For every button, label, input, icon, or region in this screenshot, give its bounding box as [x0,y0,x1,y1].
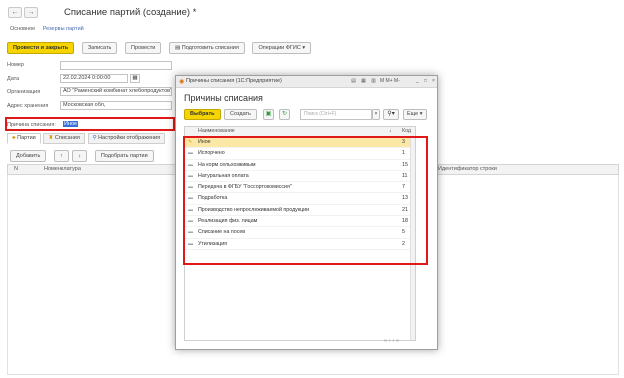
column-line-id[interactable]: Идентификатор строки [438,165,497,174]
more-button-wrap: Еще ▾ [403,109,427,120]
date-label: Дата [7,76,20,82]
dialog-title-bar: ◉ Причины списания (1С:Предприятие) ▤ ▦ … [176,76,437,88]
page-title: Списание партий (создание) * [64,7,197,18]
save-button[interactable]: Записать [81,42,118,54]
number-field[interactable] [60,61,172,70]
move-up-button[interactable]: ↑ [53,150,69,162]
grid-toolbar: Добавить ↑ ↓ Подобрать партии [10,150,160,162]
date-field[interactable]: 22.02.2024 0:00:00 [60,74,128,83]
clear-search-icon[interactable]: × [372,109,380,120]
list-pager: «‹›» [384,338,401,344]
create-button-wrap: Создать [224,109,257,120]
arrow-up-icon: ↑ [59,153,63,159]
tab-reserves[interactable]: Резервы партий [43,26,84,32]
tab-writeoffs[interactable]: ♜ Списания [43,133,85,144]
column-nomenclature[interactable]: Номенклатура [44,165,81,174]
tab-main[interactable]: Основное [10,26,35,32]
chevron-down-icon: ▾ [418,111,423,117]
prepare-writeoffs-button[interactable]: ▤ Подготовить списания [169,42,245,54]
select-batches-button[interactable]: Подобрать партии [94,150,154,162]
create-button[interactable]: Создать [224,109,257,120]
search-options-button[interactable]: ⚲▾ [383,109,399,120]
arrow-right-icon: → [27,9,35,16]
fgis-operations-button[interactable]: Операции ФГИС ▾ [252,42,312,54]
refresh-icon[interactable]: ↻ [279,109,290,120]
list-highlight-frame [183,136,428,265]
choose-button-wrap: Выбрать [184,109,221,120]
post-and-close-button[interactable]: Провести и закрыть [7,42,75,54]
tab-display-settings[interactable]: ⚲ Настройки отображения [87,133,166,144]
close-icon[interactable]: × [430,78,437,85]
subtab-bar: ♣ Партии ♜ Списания ⚲ Настройки отображе… [7,133,166,144]
memory-buttons[interactable]: M M+ M- [380,78,400,84]
chevron-down-icon: ▾ [302,45,306,51]
storage-address-label: Адрес хранения [7,103,49,109]
app-icon: ◉ [179,79,185,85]
chevron-down-icon: ▾ [391,111,395,117]
number-label: Номер [7,62,24,68]
forward-button[interactable]: → [24,7,38,18]
minimize-icon[interactable]: _ [414,78,421,85]
dialog-window-title: Причины списания (1С:Предприятие) [186,78,282,84]
form-tabs: Основное Резервы партий [10,26,90,32]
organization-label: Организация [7,89,41,95]
organization-field[interactable]: АО "Раменский комбинат хлебопродуктов" [60,87,172,96]
post-button[interactable]: Провести [125,42,162,54]
last-page-icon[interactable]: » [396,338,401,344]
arrow-left-icon: ← [11,9,19,16]
calendar-icon[interactable]: ▦ [130,74,140,83]
choose-button[interactable]: Выбрать [184,109,221,120]
tab-batches[interactable]: ♣ Партии [7,133,41,144]
copy-icon[interactable]: ▣ [263,109,274,120]
reason-highlight-frame [5,117,175,131]
back-button[interactable]: ← [8,7,22,18]
maximize-icon[interactable]: □ [422,78,429,85]
add-row-button[interactable]: Добавить [10,150,47,162]
form-toolbar: Провести и закрыть Записать Провести ▤ П… [7,42,317,54]
document-icon: ▤ [175,45,182,51]
arrow-down-icon: ↓ [78,153,82,159]
move-down-button[interactable]: ↓ [72,150,88,162]
column-code[interactable]: Код [402,127,411,136]
storage-address-field[interactable]: Московская обл, [60,101,172,110]
calendar-icon[interactable]: ▥ [370,78,377,85]
search-input[interactable]: Поиск (Ctrl+F) [300,109,372,120]
sort-indicator-icon: ↓ [389,128,392,134]
dialog-heading: Причины списания [184,93,263,103]
report-icon[interactable]: ▤ [350,78,357,85]
column-name[interactable]: Наименование [198,127,235,136]
column-n[interactable]: N [14,165,18,174]
table-icon[interactable]: ▦ [360,78,367,85]
more-button[interactable]: Еще ▾ [403,109,427,120]
